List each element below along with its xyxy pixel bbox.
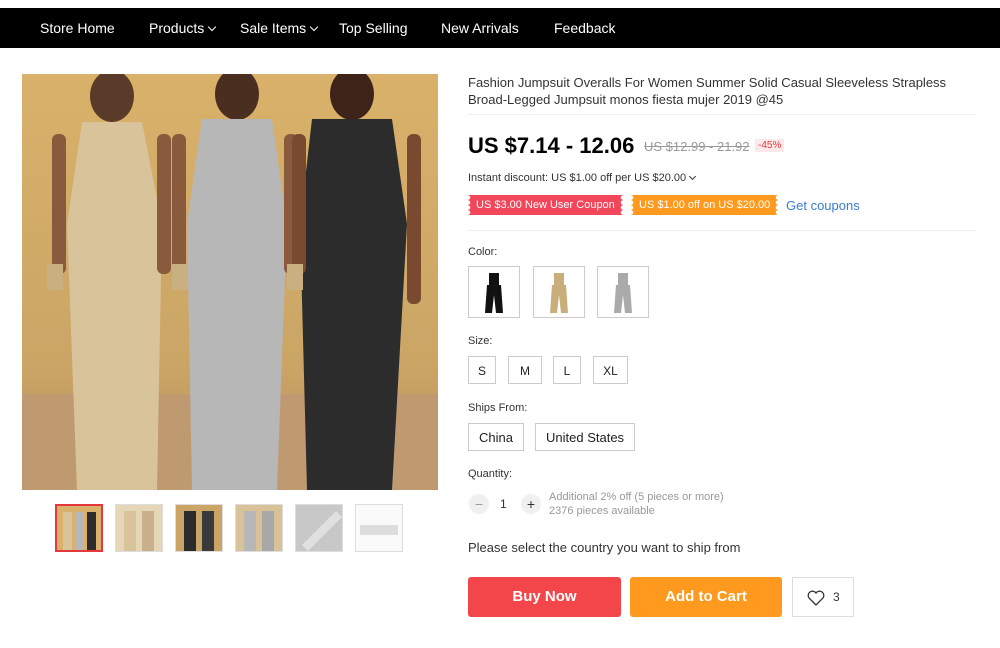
divider: [468, 114, 976, 115]
nav-label: Store Home: [40, 20, 115, 36]
discount-coupon[interactable]: US $1.00 off on US $20.00: [631, 195, 779, 215]
instant-discount-text: Instant discount: US $1.00 off per US $2…: [468, 172, 687, 184]
store-nav-bar: Store Home Products Sale Items Top Selli…: [0, 8, 1000, 48]
nav-label: New Arrivals: [441, 20, 519, 36]
nav-sale-items[interactable]: Sale Items: [240, 8, 319, 48]
thumbnail-5[interactable]: [295, 504, 343, 552]
nav-label: Feedback: [554, 20, 616, 36]
nav-products[interactable]: Products: [149, 8, 217, 48]
size-option-m[interactable]: M: [508, 356, 542, 384]
product-price: US $7.14 - 12.06: [468, 133, 635, 158]
ship-option-united-states[interactable]: United States: [535, 423, 636, 451]
quantity-increase-button[interactable]: +: [521, 494, 541, 514]
quantity-value[interactable]: 1: [500, 497, 507, 511]
thumbnail-1[interactable]: [55, 504, 103, 552]
thumbnail-6[interactable]: [355, 504, 403, 552]
nav-store-home[interactable]: Store Home: [40, 8, 115, 48]
color-option-silver[interactable]: [597, 266, 649, 318]
thumbnail-3[interactable]: [175, 504, 223, 552]
ship-option-china[interactable]: China: [468, 423, 524, 451]
thumbnail-4[interactable]: [235, 504, 283, 552]
quantity-label: Quantity:: [468, 468, 513, 480]
new-user-coupon[interactable]: US $3.00 New User Coupon: [468, 195, 623, 215]
original-price: US $12.99 - 21.92: [644, 139, 750, 154]
quantity-decrease-button[interactable]: −: [469, 494, 489, 514]
divider: [468, 230, 976, 231]
size-option-xl[interactable]: XL: [593, 356, 628, 384]
ship-country-note: Please select the country you want to sh…: [468, 540, 741, 555]
buy-now-button[interactable]: Buy Now: [468, 577, 621, 617]
quantity-discount-note: Additional 2% off (5 pieces or more): [549, 491, 724, 503]
color-option-beige[interactable]: [533, 266, 585, 318]
nav-label: Products: [149, 20, 205, 36]
size-option-l[interactable]: L: [553, 356, 581, 384]
product-title: Fashion Jumpsuit Overalls For Women Summ…: [468, 75, 947, 107]
color-label: Color:: [468, 246, 498, 258]
nav-label: Sale Items: [240, 20, 307, 36]
thumbnail-2[interactable]: [115, 504, 163, 552]
nav-feedback[interactable]: Feedback: [554, 8, 615, 48]
color-option-black[interactable]: [468, 266, 520, 318]
discount-badge: -45%: [755, 139, 785, 152]
nav-label: Top Selling: [339, 20, 408, 36]
nav-new-arrivals[interactable]: New Arrivals: [441, 8, 519, 48]
heart-icon: [807, 590, 825, 606]
wishlist-button[interactable]: 3: [792, 577, 854, 617]
pieces-available: 2376 pieces available: [549, 505, 655, 517]
get-coupons-link[interactable]: Get coupons: [786, 198, 860, 213]
size-option-s[interactable]: S: [468, 356, 496, 384]
wishlist-count: 3: [833, 590, 840, 604]
chevron-down-icon: [689, 172, 697, 181]
instant-discount[interactable]: Instant discount: US $1.00 off per US $2…: [468, 172, 697, 184]
chevron-down-icon: [309, 22, 319, 32]
product-main-image[interactable]: [22, 74, 438, 490]
chevron-down-icon: [208, 22, 217, 32]
nav-top-selling[interactable]: Top Selling: [339, 8, 408, 48]
add-to-cart-button[interactable]: Add to Cart: [630, 577, 782, 617]
size-label: Size:: [468, 335, 493, 347]
ships-from-label: Ships From:: [468, 402, 528, 414]
